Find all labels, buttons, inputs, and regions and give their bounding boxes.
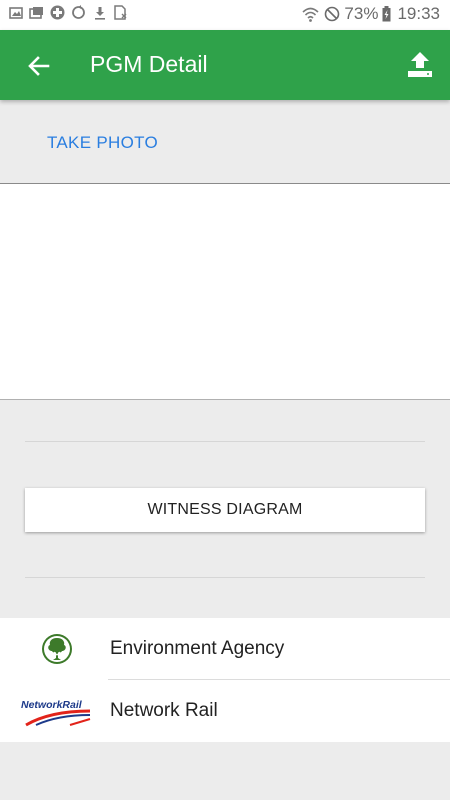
notification-icons — [8, 5, 128, 20]
sim-icon — [113, 5, 128, 20]
divider — [25, 441, 425, 442]
network-rail-logo: NetworkRail — [20, 697, 92, 727]
wifi-icon — [302, 7, 319, 22]
clock: 19:33 — [397, 4, 440, 23]
download-icon — [92, 5, 107, 20]
screen-icon — [29, 5, 44, 20]
list-item-environment-agency[interactable]: Environment Agency — [0, 618, 450, 680]
list-item-label: Network Rail — [110, 700, 218, 721]
status-bar: 73% 19:33 — [0, 0, 450, 30]
take-photo-button[interactable]: TAKE PHOTO — [47, 133, 158, 153]
network-rail-logo-text: NetworkRail — [21, 699, 83, 711]
list-item-network-rail[interactable]: NetworkRail Network Rail — [0, 680, 450, 742]
app-toolbar: PGM Detail — [0, 30, 450, 100]
witness-diagram-button[interactable]: WITNESS DIAGRAM — [25, 488, 425, 532]
upload-icon[interactable] — [406, 50, 434, 80]
health-icon — [50, 5, 65, 20]
list-item-label: Environment Agency — [110, 638, 285, 659]
do-not-disturb-icon — [323, 6, 340, 22]
system-status: 73% 19:33 — [302, 4, 440, 24]
back-arrow-icon[interactable] — [24, 51, 54, 81]
photo-preview — [0, 183, 450, 400]
battery-percent: 73% — [344, 4, 379, 23]
gallery-icon — [8, 5, 23, 20]
page-title: PGM Detail — [90, 51, 208, 77]
divider — [25, 577, 425, 578]
sync-icon — [71, 5, 86, 20]
battery-icon — [382, 6, 391, 22]
links-list: Environment Agency NetworkRail Network R… — [0, 618, 450, 742]
environment-agency-logo — [41, 633, 73, 665]
